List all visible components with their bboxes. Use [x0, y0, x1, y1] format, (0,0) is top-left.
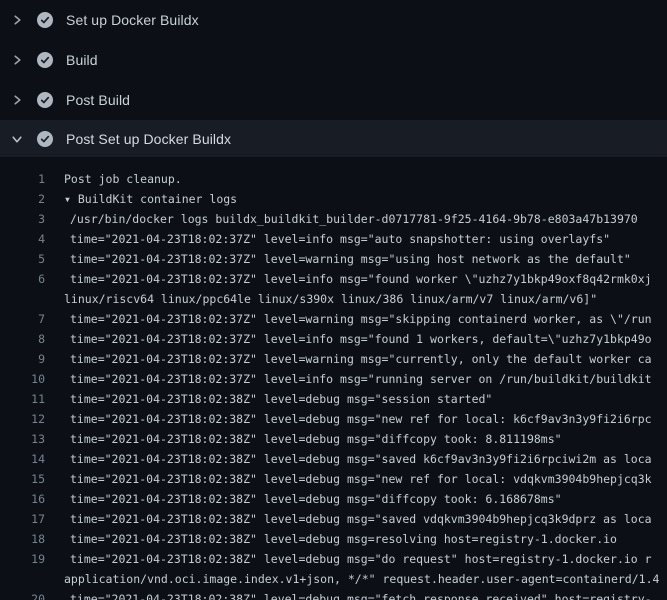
- log-line-number[interactable]: 10: [0, 369, 45, 389]
- log-line-text: time="2021-04-23T18:02:37Z" level=info m…: [70, 369, 652, 389]
- log-line-number[interactable]: 15: [0, 469, 45, 489]
- log-line-number[interactable]: 8: [0, 329, 45, 349]
- group-caret-icon: ▾: [64, 192, 78, 206]
- log-line: application/vnd.oci.image.index.v1+json,…: [0, 569, 667, 589]
- log-line-text: time="2021-04-23T18:02:38Z" level=debug …: [70, 409, 652, 429]
- log-line-number[interactable]: 17: [0, 509, 45, 529]
- log-line: 12 time="2021-04-23T18:02:38Z" level=deb…: [0, 409, 667, 429]
- log-line-text: time="2021-04-23T18:02:38Z" level=debug …: [70, 489, 562, 509]
- log-line-text: time="2021-04-23T18:02:38Z" level=debug …: [70, 449, 652, 469]
- log-wrapped-text: linux/riscv64 linux/ppc64le linux/s390x …: [64, 289, 597, 309]
- log-line-text: time="2021-04-23T18:02:38Z" level=debug …: [70, 529, 617, 549]
- chevron-icon: [10, 13, 24, 27]
- log-line: linux/riscv64 linux/ppc64le linux/s390x …: [0, 289, 667, 309]
- check-circle-icon: [37, 131, 53, 147]
- log-line: 11 time="2021-04-23T18:02:38Z" level=deb…: [0, 389, 667, 409]
- log-line: 3 /usr/bin/docker logs buildx_buildkit_b…: [0, 209, 667, 229]
- log-line-text: time="2021-04-23T18:02:37Z" level=warnin…: [70, 309, 652, 329]
- log-group-toggle[interactable]: BuildKit container logs: [78, 192, 237, 206]
- check-circle-icon: [37, 92, 53, 108]
- log-line: 7 time="2021-04-23T18:02:37Z" level=warn…: [0, 309, 667, 329]
- log-line-text: time="2021-04-23T18:02:38Z" level=debug …: [70, 589, 652, 600]
- log-line-text: Post job cleanup.: [64, 169, 182, 189]
- log-line: 19 time="2021-04-23T18:02:38Z" level=deb…: [0, 549, 667, 569]
- log-line-text: ▾ BuildKit container logs: [64, 189, 237, 209]
- log-line: 20 time="2021-04-23T18:02:38Z" level=deb…: [0, 589, 667, 600]
- log-line-number[interactable]: 5: [0, 249, 45, 269]
- log-line-number[interactable]: 6: [0, 269, 45, 289]
- log-line-number[interactable]: 4: [0, 229, 45, 249]
- log-line: 8 time="2021-04-23T18:02:37Z" level=info…: [0, 329, 667, 349]
- log-line-text: time="2021-04-23T18:02:37Z" level=warnin…: [70, 249, 631, 269]
- log-line: 1 Post job cleanup.: [0, 169, 667, 189]
- log-line-text: time="2021-04-23T18:02:37Z" level=info m…: [70, 329, 652, 349]
- log-line: 13 time="2021-04-23T18:02:38Z" level=deb…: [0, 429, 667, 449]
- chevron-icon: [10, 93, 24, 107]
- log-line-number[interactable]: 18: [0, 529, 45, 549]
- log-line-number[interactable]: 13: [0, 429, 45, 449]
- step-row-build[interactable]: Build: [0, 40, 667, 80]
- log-line: 2 ▾ BuildKit container logs: [0, 189, 667, 209]
- log-line: 16 time="2021-04-23T18:02:38Z" level=deb…: [0, 489, 667, 509]
- log-wrapped-text: application/vnd.oci.image.index.v1+json,…: [64, 569, 659, 589]
- log-line: 10 time="2021-04-23T18:02:37Z" level=inf…: [0, 369, 667, 389]
- log-line: 15 time="2021-04-23T18:02:38Z" level=deb…: [0, 469, 667, 489]
- step-row-post-set-up-docker-buildx[interactable]: Post Set up Docker Buildx: [0, 120, 667, 157]
- log-line-text: time="2021-04-23T18:02:38Z" level=debug …: [70, 549, 652, 569]
- log-line-number[interactable]: 12: [0, 409, 45, 429]
- step-label: Post Build: [66, 92, 130, 108]
- log-line-number[interactable]: 20: [0, 589, 45, 600]
- log-line: 17 time="2021-04-23T18:02:38Z" level=deb…: [0, 509, 667, 529]
- actions-log-viewer: Set up Docker Buildx Build Post Build: [0, 0, 667, 600]
- log-line-text: time="2021-04-23T18:02:37Z" level=info m…: [70, 229, 610, 249]
- log-line: 4 time="2021-04-23T18:02:37Z" level=info…: [0, 229, 667, 249]
- log-line-number[interactable]: 1: [0, 169, 45, 189]
- log-line: 6 time="2021-04-23T18:02:37Z" level=info…: [0, 269, 667, 289]
- log-line: 5 time="2021-04-23T18:02:37Z" level=warn…: [0, 249, 667, 269]
- log-line-number[interactable]: 2: [0, 189, 45, 209]
- log-line-number[interactable]: 11: [0, 389, 45, 409]
- log-line: 18 time="2021-04-23T18:02:38Z" level=deb…: [0, 529, 667, 549]
- check-circle-icon: [37, 12, 53, 28]
- log-line-text: time="2021-04-23T18:02:37Z" level=info m…: [70, 269, 652, 289]
- step-label: Post Set up Docker Buildx: [66, 131, 231, 147]
- log-line-number[interactable]: 9: [0, 349, 45, 369]
- chevron-icon: [10, 132, 24, 146]
- log-line-text: time="2021-04-23T18:02:38Z" level=debug …: [70, 429, 562, 449]
- chevron-icon: [10, 53, 24, 67]
- log-line: 9 time="2021-04-23T18:02:37Z" level=warn…: [0, 349, 667, 369]
- log-line-text: time="2021-04-23T18:02:37Z" level=warnin…: [70, 349, 652, 369]
- log-line-number[interactable]: 19: [0, 549, 45, 569]
- steps-list: Set up Docker Buildx Build Post Build: [0, 0, 667, 157]
- log-line-number[interactable]: [0, 289, 45, 309]
- log-command-text: /usr/bin/docker logs buildx_buildkit_bui…: [70, 209, 638, 229]
- step-row-post-build[interactable]: Post Build: [0, 80, 667, 120]
- check-circle-icon: [37, 52, 53, 68]
- log-line-number[interactable]: [0, 569, 45, 589]
- log-line: 14 time="2021-04-23T18:02:38Z" level=deb…: [0, 449, 667, 469]
- log-line-number[interactable]: 14: [0, 449, 45, 469]
- log-line-number[interactable]: 7: [0, 309, 45, 329]
- log-line-number[interactable]: 16: [0, 489, 45, 509]
- step-row-set-up-docker-buildx[interactable]: Set up Docker Buildx: [0, 0, 667, 40]
- log-line-number[interactable]: 3: [0, 209, 45, 229]
- log-line-text: time="2021-04-23T18:02:38Z" level=debug …: [70, 469, 652, 489]
- log-line-text: time="2021-04-23T18:02:38Z" level=debug …: [70, 389, 492, 409]
- step-label: Set up Docker Buildx: [66, 12, 199, 28]
- step-label: Build: [66, 52, 98, 68]
- log-line-text: time="2021-04-23T18:02:38Z" level=debug …: [70, 509, 652, 529]
- log-panel: 1 Post job cleanup. 2 ▾ BuildKit contain…: [0, 160, 667, 600]
